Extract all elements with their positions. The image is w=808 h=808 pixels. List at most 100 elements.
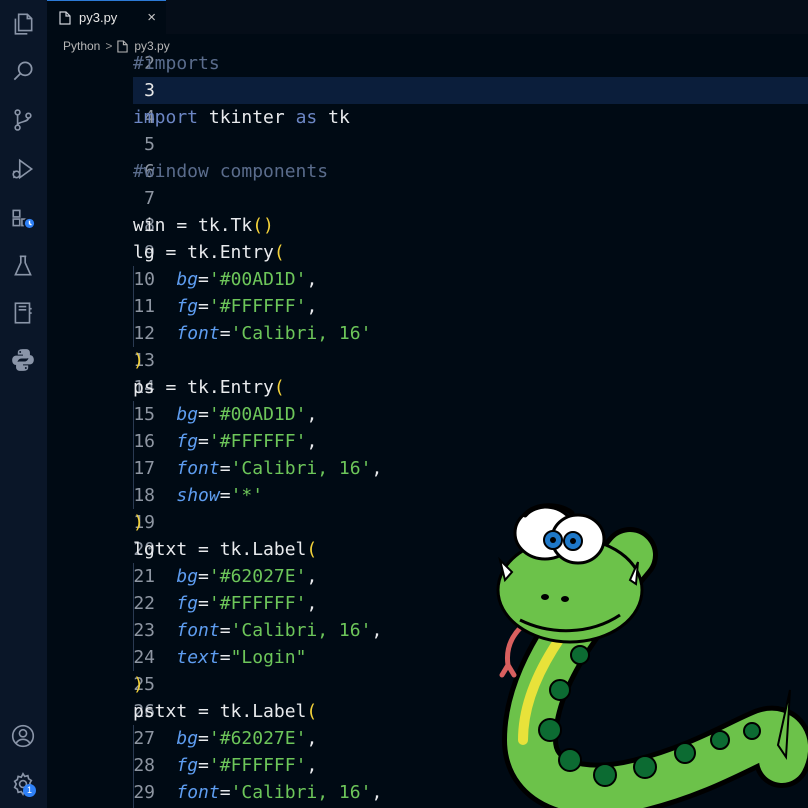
code-token: ,: [306, 566, 318, 587]
code-text: bg='#62027E',: [133, 563, 317, 590]
tab-py3-py[interactable]: py3.py ×: [47, 0, 166, 34]
code-token: =: [198, 269, 209, 290]
settings-gear-icon[interactable]: 1: [9, 770, 37, 798]
line-number: 7: [144, 188, 155, 209]
code-token: pstxt = tk.Label: [133, 701, 307, 722]
code-line[interactable]: 11 fg='#FFFFFF',: [47, 293, 808, 320]
code-text: font='Calibri, 16',: [133, 779, 382, 806]
code-token: 'Calibri, 16': [230, 782, 372, 803]
code-line[interactable]: 10 bg='#00AD1D',: [47, 266, 808, 293]
code-line[interactable]: 7: [47, 185, 808, 212]
code-token: ,: [371, 458, 383, 479]
code-token: font: [176, 323, 220, 344]
code-token: ): [133, 350, 144, 371]
close-tab-icon[interactable]: ×: [147, 10, 156, 25]
code-token: fg: [176, 296, 199, 317]
code-line[interactable]: 6 #window components: [47, 158, 808, 185]
code-token: (): [252, 215, 274, 236]
code-token: ps = tk.Entry: [133, 377, 274, 398]
code-line[interactable]: 9 lg = tk.Entry(: [47, 239, 808, 266]
code-text: pstxt = tk.Label(: [133, 698, 317, 725]
code-text: font='Calibri, 16',: [133, 455, 382, 482]
code-text: lg = tk.Entry(: [133, 239, 285, 266]
code-token: '#FFFFFF': [208, 755, 307, 776]
code-token: font: [176, 782, 220, 803]
code-text: fg='#FFFFFF',: [133, 752, 317, 779]
code-text: #window components: [133, 158, 328, 185]
code-line[interactable]: 16 fg='#FFFFFF',: [47, 428, 808, 455]
code-token: (: [273, 377, 285, 398]
code-token: =: [198, 296, 209, 317]
code-line[interactable]: 15 bg='#00AD1D',: [47, 401, 808, 428]
code-token: =: [198, 755, 209, 776]
code-line[interactable]: 3: [47, 77, 808, 104]
code-line[interactable]: 5: [47, 131, 808, 158]
code-text: ): [133, 347, 144, 374]
code-text: show='*': [133, 482, 263, 509]
code-token: bg: [176, 566, 199, 587]
code-token: tkinter: [198, 107, 296, 128]
code-token: ,: [306, 296, 318, 317]
tab-bar: py3.py ×: [47, 0, 808, 34]
line-number: 3: [144, 80, 155, 101]
code-line[interactable]: 2 #imports: [47, 50, 808, 77]
activity-bar: 1: [0, 0, 47, 808]
code-line[interactable]: 12 font='Calibri, 16': [47, 320, 808, 347]
extensions-icon[interactable]: [9, 204, 37, 232]
code-token: 'Calibri, 16': [230, 458, 372, 479]
code-line[interactable]: 4 import tkinter as tk: [47, 104, 808, 131]
search-icon[interactable]: [9, 57, 37, 85]
code-token: font: [176, 458, 220, 479]
code-line[interactable]: 17 font='Calibri, 16',: [47, 455, 808, 482]
code-token: =: [219, 323, 231, 344]
code-text: #imports: [133, 50, 220, 77]
code-token: lgtxt = tk.Label: [133, 539, 307, 560]
code-token: =: [198, 431, 209, 452]
snake-mascot-image: [496, 503, 808, 808]
testing-icon[interactable]: [9, 252, 37, 280]
code-token: ,: [306, 755, 318, 776]
line-number: 19: [133, 512, 155, 533]
python-icon[interactable]: [9, 346, 37, 374]
run-debug-icon[interactable]: [9, 155, 37, 183]
account-icon[interactable]: [9, 722, 37, 750]
code-token: '#00AD1D': [208, 269, 307, 290]
code-token: show: [176, 485, 220, 506]
code-token: tk: [317, 107, 350, 128]
code-line[interactable]: 8 win = tk.Tk(): [47, 212, 808, 239]
files-icon[interactable]: [9, 10, 37, 38]
file-icon: [59, 10, 71, 25]
code-token: =: [219, 647, 231, 668]
code-token: '#FFFFFF': [208, 431, 307, 452]
code-token: ,: [306, 593, 318, 614]
code-text: text="Login": [133, 644, 306, 671]
code-token: =: [198, 593, 209, 614]
code-token: #imports: [133, 53, 220, 74]
code-token: as: [295, 107, 318, 128]
code-text: bg='#62027E',: [133, 725, 317, 752]
code-token: =: [219, 485, 231, 506]
code-text: fg='#FFFFFF',: [133, 293, 317, 320]
code-token: bg: [176, 728, 199, 749]
code-line[interactable]: 13): [47, 347, 808, 374]
code-token: win = tk.Tk: [133, 215, 253, 236]
code-text: bg='#00AD1D',: [133, 401, 317, 428]
code-token: import: [133, 107, 199, 128]
code-text: ): [133, 671, 144, 698]
source-control-icon[interactable]: [9, 106, 37, 134]
code-text: ps = tk.Entry(: [133, 374, 285, 401]
code-token: 'Calibri, 16': [230, 620, 372, 641]
code-token: '#62027E': [208, 728, 307, 749]
notebook-icon[interactable]: [9, 299, 37, 327]
code-line[interactable]: 14 ps = tk.Entry(: [47, 374, 808, 401]
